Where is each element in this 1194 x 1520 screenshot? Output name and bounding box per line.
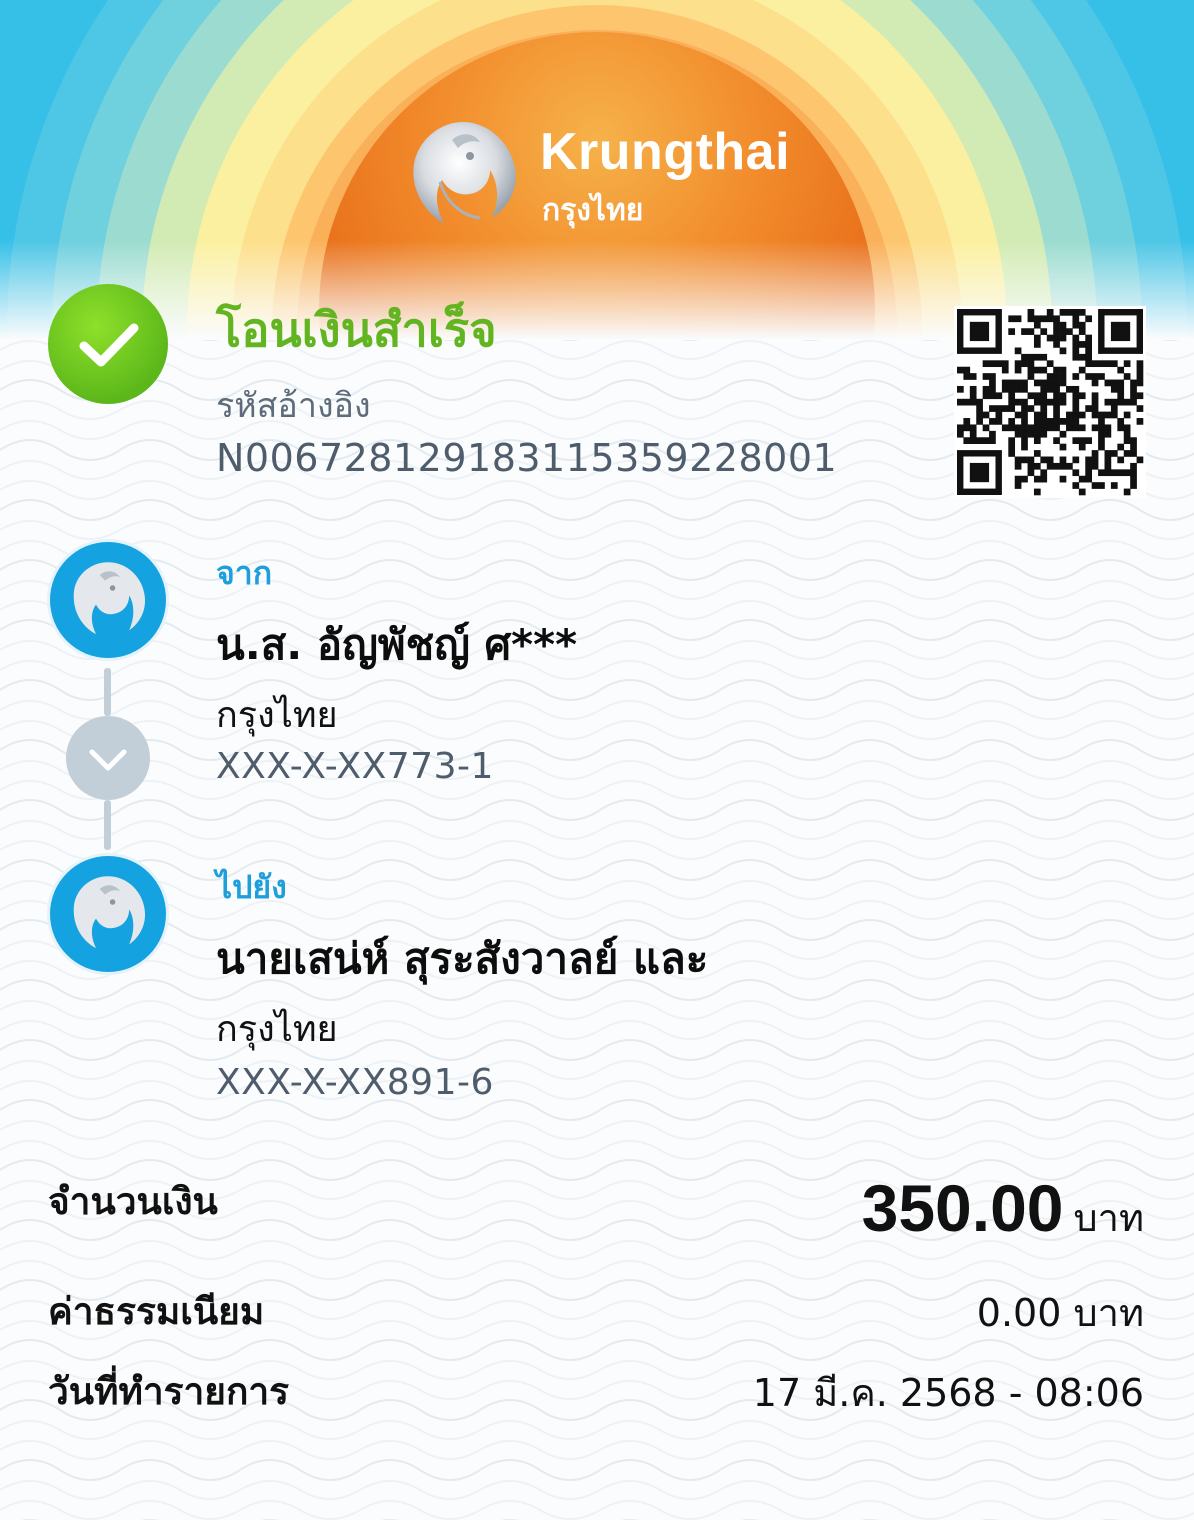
to-label: ไปยัง (216, 868, 287, 906)
krungthai-logo-icon (413, 122, 516, 224)
timeline-connector (104, 668, 111, 716)
qr-code-icon (957, 309, 1144, 496)
reference-code: N006728129183115359228001 (216, 436, 838, 480)
from-bank-logo (50, 542, 166, 658)
brand-name-th: กรุงไทย (542, 193, 644, 228)
to-account: XXX-X-XX891-6 (216, 1062, 494, 1103)
krungthai-logo-icon (73, 562, 146, 635)
amount-label: จำนวนเงิน (48, 1180, 218, 1223)
brand-logo: Krungthai กรุงไทย (400, 112, 800, 242)
timeline-connector (104, 800, 111, 850)
expand-details-button[interactable] (66, 716, 150, 800)
fee-value: 0.00 บาท (976, 1291, 1144, 1335)
qr-code (954, 306, 1146, 498)
from-label: จาก (216, 554, 273, 592)
chevron-down-icon (89, 749, 127, 771)
transfer-status-title: โอนเงินสำเร็จ (216, 303, 497, 358)
to-bank-logo (50, 856, 166, 972)
amount-number: 350.00 (861, 1171, 1064, 1245)
date-label: วันที่ทำรายการ (48, 1370, 290, 1413)
from-account: XXX-X-XX773-1 (216, 746, 494, 787)
krungthai-logo-icon (73, 876, 146, 949)
from-name: น.ส. อัญพัชญ์ ศ*** (216, 620, 578, 669)
fee-label: ค่าธรรมเนียม (48, 1290, 265, 1333)
amount-unit: บาท (1073, 1196, 1144, 1240)
success-badge (48, 284, 168, 404)
date-value: 17 มี.ค. 2568 - 08:06 (752, 1371, 1144, 1415)
amount-value: 350.00 บาท (862, 1170, 1144, 1248)
to-name: นายเสน่ห์ สุระสังวาลย์ และ (216, 934, 709, 983)
to-bank: กรุงไทย (216, 1009, 338, 1050)
success-check-icon (79, 323, 139, 367)
brand-name-en: Krungthai (540, 123, 791, 181)
from-bank: กรุงไทย (216, 695, 338, 736)
reference-label: รหัสอ้างอิง (216, 386, 371, 426)
